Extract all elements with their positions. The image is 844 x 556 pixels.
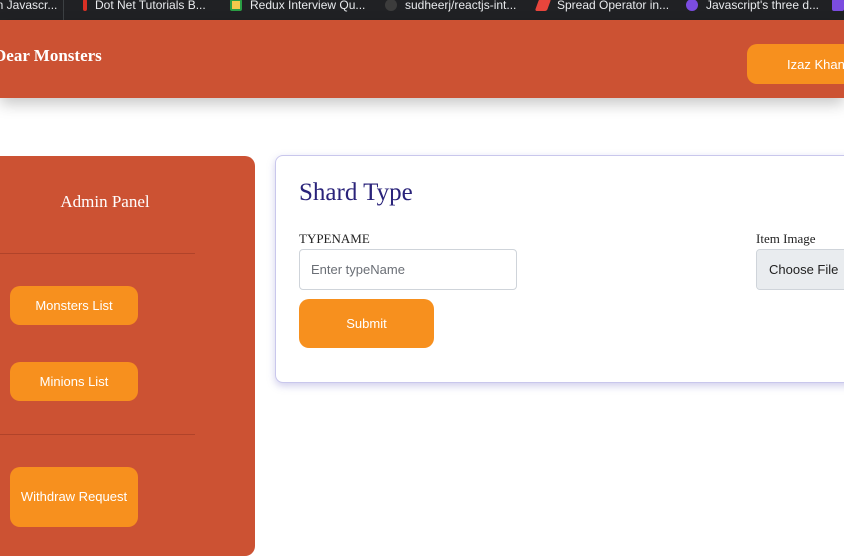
sidebar-item-minions-list[interactable]: Minions List (10, 362, 138, 401)
bookmark-label: Redux Interview Qu... (250, 0, 366, 12)
typename-label: TYPENAME (299, 231, 370, 246)
bookmark-label: sudheerj/reactjs-int... (405, 0, 517, 12)
choose-file-button[interactable]: Choose File (757, 250, 844, 289)
app-icon (832, 0, 844, 11)
js-icon (686, 0, 698, 11)
user-menu-button[interactable]: Izaz Khan (747, 44, 844, 84)
item-image-file-input[interactable]: Choose File (756, 249, 844, 290)
bookmark-item[interactable]: Dot Net Tutorials B... (83, 0, 206, 14)
sidebar-item-withdraw-request[interactable]: Withdraw Request (10, 467, 138, 527)
spread-icon (534, 0, 552, 11)
bookmarks-bar: ern Javascr... Dot Net Tutorials B... Re… (0, 0, 844, 20)
sidebar-item-monsters-list[interactable]: Monsters List (10, 286, 138, 325)
bookmark-separator (63, 0, 64, 20)
sidebar-title: Admin Panel (60, 192, 150, 211)
bookmark-label: ern Javascr... (0, 0, 58, 12)
item-image-label: Item Image (756, 231, 816, 246)
shard-type-card: Shard Type TYPENAME Submit Item Image Ch… (275, 155, 844, 383)
bookmark-label: Spread Operator in... (557, 0, 670, 12)
redux-icon (230, 0, 242, 11)
bookmark-item[interactable]: sudheerj/reactjs-int... (385, 0, 516, 14)
user-name: Izaz Khan (787, 56, 844, 72)
typename-input[interactable] (299, 249, 517, 290)
submit-button[interactable]: Submit (299, 299, 434, 348)
bookmark-item[interactable]: Redux Interview Qu... (230, 0, 365, 14)
bookmark-item[interactable]: ern Javascr... (0, 0, 57, 14)
divider (0, 253, 195, 254)
bookmark-label: Dot Net Tutorials B... (95, 0, 206, 12)
brand-title[interactable]: Dear Monsters (0, 46, 102, 66)
bookmark-label: Javascript's three d... (706, 0, 820, 12)
bookmark-item[interactable]: Spread Operator in... (534, 0, 670, 14)
bookmark-overflow[interactable] (832, 0, 844, 14)
app-header: Dear Monsters Izaz Khan (0, 20, 844, 98)
page-title: Shard Type (299, 179, 413, 206)
dotnet-icon (83, 0, 87, 11)
divider (0, 434, 195, 435)
github-icon (385, 0, 397, 11)
bookmark-item[interactable]: Javascript's three d... (686, 0, 819, 14)
admin-sidebar: Admin Panel Monsters List Minions List W… (0, 156, 255, 556)
